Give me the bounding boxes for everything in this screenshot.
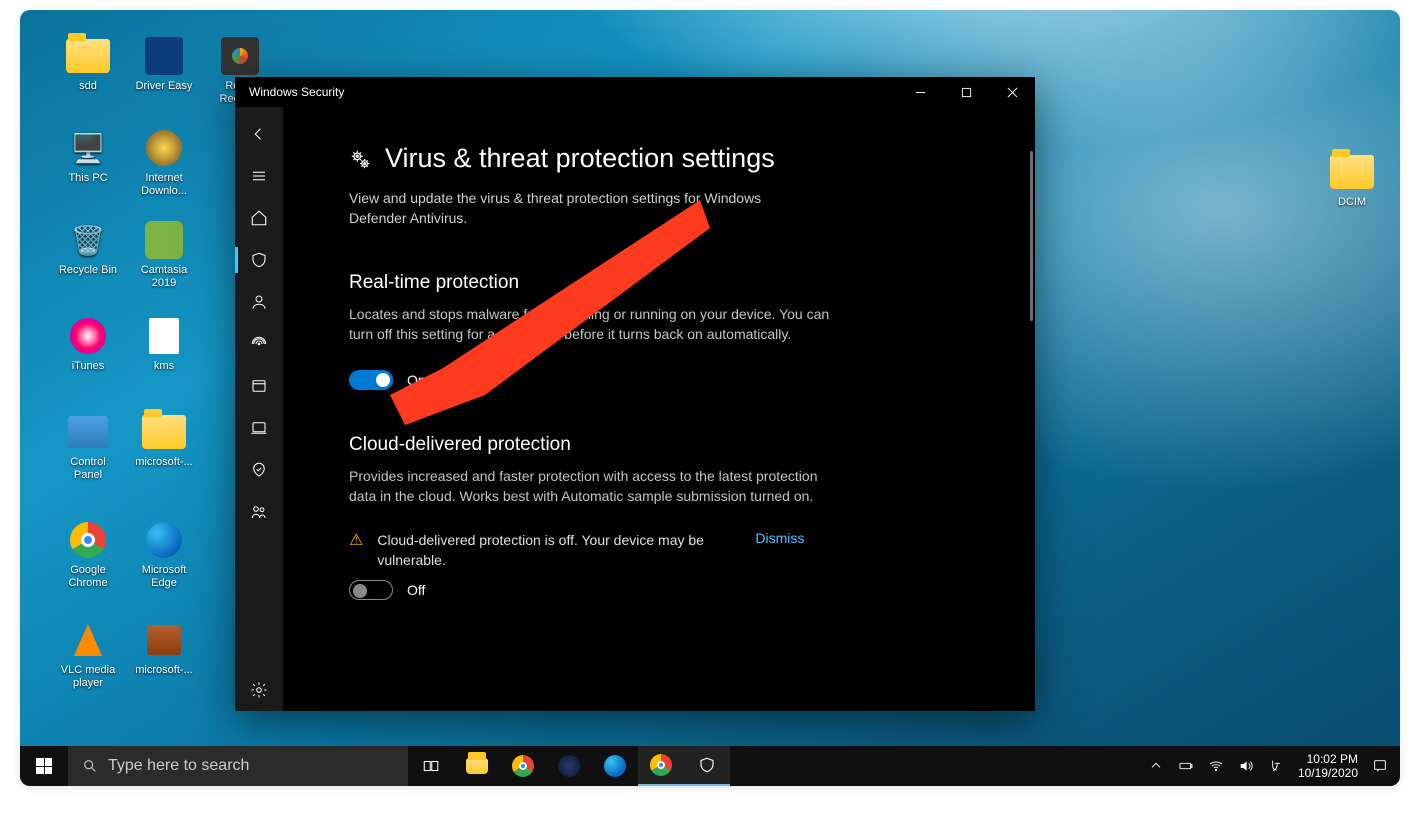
- icon-label: Internet Downlo...: [128, 172, 200, 198]
- search-placeholder: Type here to search: [108, 757, 249, 775]
- windows-security-window: Windows Security: [235, 77, 1035, 711]
- desktop-icon-vlc[interactable]: VLC media player: [52, 620, 124, 690]
- clock[interactable]: 10:02 PM 10/19/2020: [1298, 752, 1358, 780]
- icon-label: Google Chrome: [52, 564, 124, 590]
- taskbar-app-blue[interactable]: [546, 746, 592, 786]
- task-view-button[interactable]: [408, 746, 454, 786]
- desktop-icon-camtasia[interactable]: Camtasia 2019: [128, 220, 200, 290]
- icon-label: This PC: [52, 172, 124, 185]
- section-realtime: Real-time protection Locates and stops m…: [349, 272, 975, 390]
- desktop-icon-chrome[interactable]: Google Chrome: [52, 520, 124, 590]
- menu-button[interactable]: [235, 155, 283, 197]
- nav-device-security[interactable]: [235, 407, 283, 449]
- start-button[interactable]: [20, 746, 68, 786]
- cloud-desc: Provides increased and faster protection…: [349, 466, 839, 506]
- windows-logo-icon: [36, 758, 52, 774]
- wifi-icon[interactable]: [1208, 758, 1224, 774]
- language-icon[interactable]: [1268, 758, 1284, 774]
- clock-date: 10/19/2020: [1298, 766, 1358, 780]
- nav-app-browser[interactable]: [235, 365, 283, 407]
- action-center-icon[interactable]: [1372, 758, 1388, 774]
- tray-chevron-up-icon[interactable]: [1148, 758, 1164, 774]
- desktop-icon-microsoft1[interactable]: microsoft-...: [128, 412, 200, 469]
- scrollbar-thumb[interactable]: [1030, 151, 1033, 321]
- volume-icon[interactable]: [1238, 758, 1254, 774]
- realtime-desc: Locates and stops malware from installin…: [349, 304, 839, 344]
- icon-label: Driver Easy: [128, 80, 200, 93]
- nav-device-performance[interactable]: [235, 449, 283, 491]
- icon-label: Recycle Bin: [52, 264, 124, 277]
- icon-label: microsoft-...: [128, 456, 200, 469]
- clock-time: 10:02 PM: [1298, 752, 1358, 766]
- nav-family[interactable]: [235, 491, 283, 533]
- system-tray[interactable]: 10:02 PM 10/19/2020: [1136, 746, 1400, 786]
- back-button[interactable]: [235, 113, 283, 155]
- icon-label: Microsoft Edge: [128, 564, 200, 590]
- dismiss-link[interactable]: Dismiss: [755, 530, 804, 546]
- desktop-icon-itunes[interactable]: iTunes: [52, 316, 124, 373]
- taskbar-explorer[interactable]: [454, 746, 500, 786]
- nav-rail: [235, 107, 283, 711]
- desktop-icon-driver-easy[interactable]: Driver Easy: [128, 36, 200, 93]
- taskbar-chrome[interactable]: [500, 746, 546, 786]
- icon-label: iTunes: [52, 360, 124, 373]
- desktop-icon-dcim[interactable]: DCIM: [1316, 152, 1388, 209]
- desktop-icon-control-panel[interactable]: Control Panel: [52, 412, 124, 482]
- taskbar-windows-security[interactable]: [684, 746, 730, 786]
- section-cloud: Cloud-delivered protection Provides incr…: [349, 434, 975, 600]
- desktop-icon-recycle-bin[interactable]: 🗑️ Recycle Bin: [52, 220, 124, 277]
- nav-home[interactable]: [235, 197, 283, 239]
- realtime-toggle[interactable]: [349, 370, 393, 390]
- battery-icon[interactable]: [1178, 758, 1194, 774]
- desktop-icon-sdd[interactable]: sdd: [52, 36, 124, 93]
- cloud-toggle-label: Off: [407, 582, 425, 598]
- minimize-button[interactable]: [897, 77, 943, 107]
- cloud-warning-text: Cloud-delivered protection is off. Your …: [377, 530, 737, 570]
- taskbar-search[interactable]: Type here to search: [68, 746, 408, 786]
- nav-firewall[interactable]: [235, 323, 283, 365]
- icon-label: DCIM: [1316, 196, 1388, 209]
- icon-label: kms: [128, 360, 200, 373]
- realtime-heading: Real-time protection: [349, 272, 975, 294]
- icon-label: microsoft-...: [128, 664, 200, 677]
- desktop-icon-this-pc[interactable]: 🖥️ This PC: [52, 128, 124, 185]
- page-title-row: Virus & threat protection settings: [349, 143, 975, 174]
- desktop-icon-microsoft2[interactable]: microsoft-...: [128, 620, 200, 677]
- realtime-toggle-label: On: [407, 372, 426, 388]
- maximize-button[interactable]: [943, 77, 989, 107]
- warning-icon: ⚠: [349, 530, 363, 550]
- nav-settings[interactable]: [235, 669, 283, 711]
- icon-label: VLC media player: [52, 664, 124, 690]
- taskbar: Type here to search 10:02 PM 10/19/2020: [20, 746, 1400, 786]
- desktop-icon-edge[interactable]: Microsoft Edge: [128, 520, 200, 590]
- cloud-heading: Cloud-delivered protection: [349, 434, 975, 456]
- desktop-icon-idm[interactable]: Internet Downlo...: [128, 128, 200, 198]
- taskbar-chrome-active[interactable]: [638, 746, 684, 786]
- window-title: Windows Security: [235, 85, 344, 99]
- icon-label: sdd: [52, 80, 124, 93]
- cloud-toggle[interactable]: [349, 580, 393, 600]
- taskbar-edge[interactable]: [592, 746, 638, 786]
- nav-virus-threat[interactable]: [235, 239, 283, 281]
- settings-icon: [349, 148, 371, 170]
- icon-label: Control Panel: [52, 456, 124, 482]
- page-title: Virus & threat protection settings: [385, 143, 775, 174]
- search-icon: [82, 758, 98, 774]
- page-subtitle: View and update the virus & threat prote…: [349, 188, 809, 228]
- content-area: Virus & threat protection settings View …: [283, 107, 1035, 711]
- close-button[interactable]: [989, 77, 1035, 107]
- titlebar[interactable]: Windows Security: [235, 77, 1035, 107]
- icon-label: Camtasia 2019: [128, 264, 200, 290]
- desktop-icon-kms[interactable]: kms: [128, 316, 200, 373]
- nav-account[interactable]: [235, 281, 283, 323]
